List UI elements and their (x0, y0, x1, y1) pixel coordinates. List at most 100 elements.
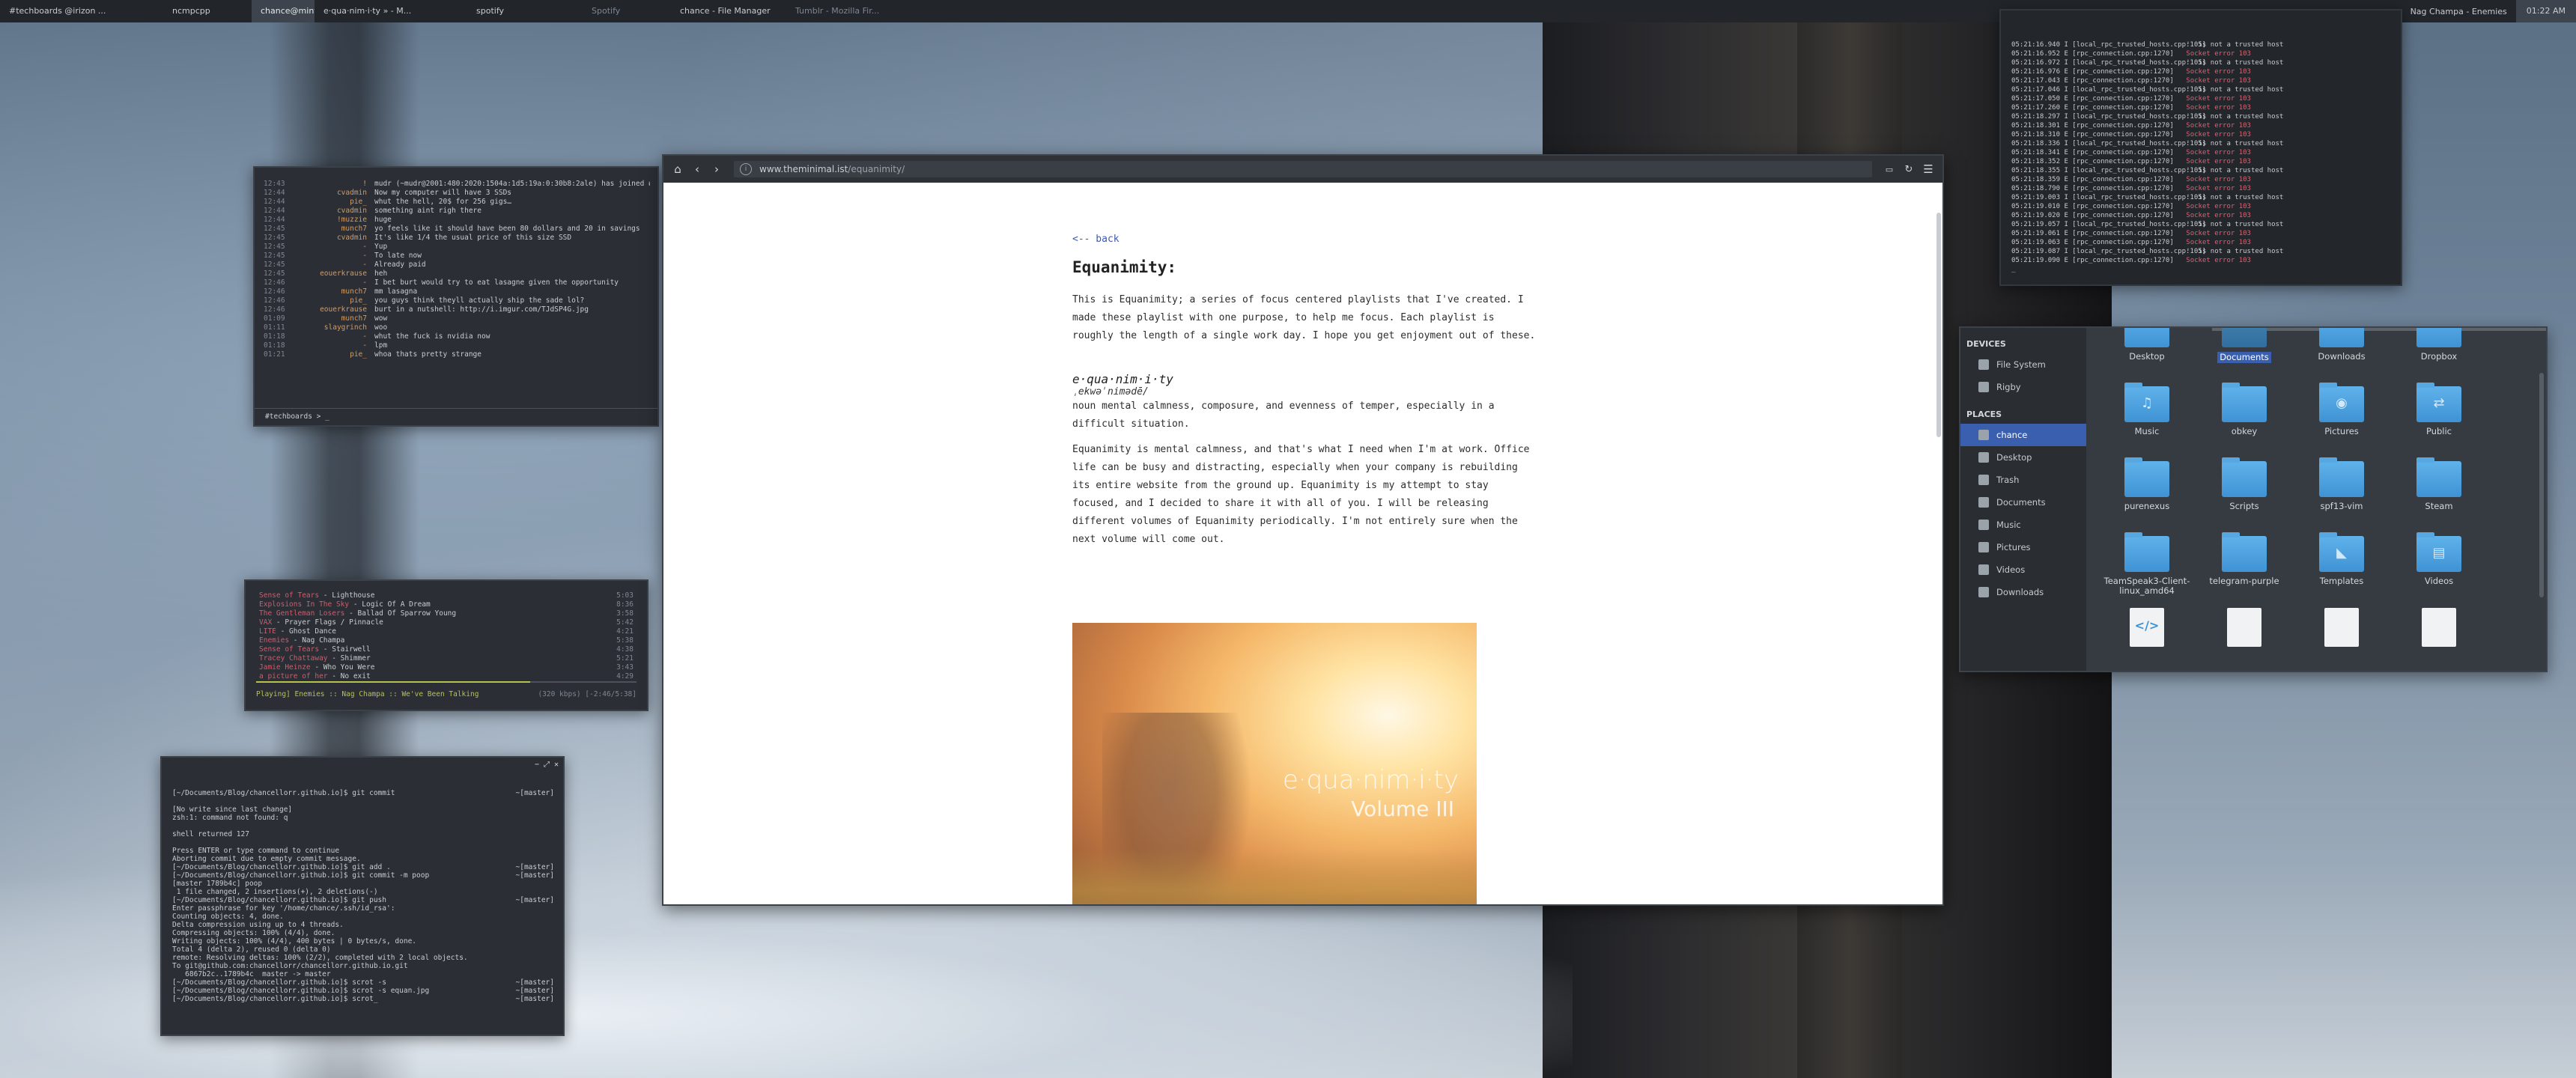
sidebar-device[interactable]: File System (1960, 353, 2086, 376)
irc-nick[interactable]: cvadmin (294, 207, 374, 216)
taskbar-tab-terminal[interactable]: chance@mintyfresh: ~ (252, 0, 315, 22)
sidebar-place[interactable]: Downloads (1960, 581, 2086, 603)
sidebar-place[interactable]: Videos (1960, 558, 2086, 581)
log-line: 05:21:18.301 E [rpc_connection.cpp:1270]… (2011, 121, 2393, 130)
file-item[interactable] (2293, 605, 2390, 671)
irc-timestamp: 12:45 (264, 234, 285, 242)
browser-toolbar: ⌂ ‹ › i www.theminimal.ist /equanimity/ … (663, 156, 1942, 183)
browser-window: ⌂ ‹ › i www.theminimal.ist /equanimity/ … (662, 154, 1944, 906)
irc-nick[interactable]: munch7 (294, 225, 374, 234)
menu-icon[interactable]: ☰ (1919, 159, 1938, 179)
sidebar-place[interactable]: Music (1960, 514, 2086, 536)
home-icon[interactable]: ⌂ (668, 159, 687, 179)
irc-nick[interactable]: pie_ (294, 198, 374, 207)
playlist-item[interactable]: a picture of her - No exit 4:29 (259, 672, 634, 681)
playlist-item[interactable]: Sense of Tears - Lighthouse 5:03 (259, 591, 634, 600)
irc-nick[interactable]: - (294, 252, 374, 261)
file-item[interactable]: </> (2098, 605, 2196, 671)
reload-icon[interactable]: ↻ (1899, 159, 1919, 179)
file-item[interactable]: TeamSpeak3-Client-linux_amd64 (2098, 530, 2196, 605)
file-item[interactable]: ⇄ Public (2390, 380, 2488, 455)
file-item[interactable]: purenexus (2098, 455, 2196, 530)
file-item[interactable]: Dropbox (2390, 328, 2488, 380)
taskbar-tab-browser[interactable]: e·qua·nim·i·ty » - M... (315, 0, 467, 22)
playlist-item[interactable]: Enemies - Nag Champa 5:38 (259, 636, 634, 645)
log-message: Socket error 103 (2186, 230, 2251, 237)
irc-nick[interactable]: munch7 (294, 287, 374, 296)
cover-grass (1072, 849, 1477, 904)
irc-nick[interactable]: munch7 (294, 314, 374, 323)
sidebar-device[interactable]: Rigby (1960, 376, 2086, 398)
reader-view-icon[interactable]: ▭ (1880, 159, 1899, 179)
playlist-item[interactable]: Jamie Heinze - Who You Were 3:43 (259, 663, 634, 672)
terminal-text: [~/Documents/Blog/chancellorr.github.io]… (172, 978, 386, 987)
file-item[interactable] (2196, 605, 2293, 671)
taskbar-tab-irc[interactable]: #techboards @irizon ... (0, 0, 163, 22)
git-terminal-window: − ⤢ ✕ [~/Documents/Blog/chancellorr.gith… (160, 756, 565, 1036)
folder-icon (2416, 457, 2461, 497)
sidebar-place[interactable]: Documents (1960, 491, 2086, 514)
irc-nick[interactable]: - (294, 243, 374, 252)
sidebar-place[interactable]: Trash (1960, 469, 2086, 491)
irc-timestamp: 12:46 (264, 278, 285, 287)
irc-nick[interactable]: - (294, 341, 374, 350)
irc-nick[interactable]: eouerkrause (294, 305, 374, 314)
taskbar-tab-spotify[interactable]: spotify (467, 0, 583, 22)
terminal-line (172, 822, 554, 830)
irc-nick[interactable]: cvadmin (294, 189, 374, 198)
site-info-icon[interactable]: i (740, 163, 752, 175)
taskbar-tab-spotify-2[interactable]: Spotify (583, 0, 671, 22)
irc-nick[interactable]: !muzzie (294, 216, 374, 225)
back-link[interactable]: <-- back (1072, 234, 1537, 245)
file-item[interactable]: Scripts (2196, 455, 2293, 530)
file-item[interactable]: Documents (2196, 328, 2293, 380)
playlist-item[interactable]: Sense of Tears - Stairwell 4:38 (259, 645, 634, 654)
irc-nick[interactable]: - (294, 278, 374, 287)
taskbar-tab-file-manager[interactable]: chance - File Manager (671, 0, 786, 22)
file-item[interactable]: spf13-vim (2293, 455, 2390, 530)
file-item[interactable]: ◉ Pictures (2293, 380, 2390, 455)
irc-nick[interactable]: eouerkrause (294, 270, 374, 278)
forward-icon[interactable]: › (707, 159, 726, 179)
playlist-item[interactable]: Explosions In The Sky - Logic Of A Dream… (259, 600, 634, 609)
irc-nick[interactable]: - (294, 261, 374, 270)
file-item[interactable]: ▤ Videos (2390, 530, 2488, 605)
file-item[interactable]: obkey (2196, 380, 2293, 455)
irc-text: something aint righ there (374, 207, 482, 215)
irc-nick[interactable]: pie_ (294, 296, 374, 305)
log-line: 05:21:19.063 E [rpc_connection.cpp:1270]… (2011, 238, 2393, 247)
playlist-item[interactable]: LITE - Ghost Dance 4:21 (259, 627, 634, 636)
back-icon[interactable]: ‹ (687, 159, 707, 179)
minimize-icon[interactable]: − (535, 761, 539, 769)
playlist-item[interactable]: The Gentleman Losers - Ballad Of Sparrow… (259, 609, 634, 618)
log-line: 05:21:16.972 I [local_rpc_trusted_hosts.… (2011, 58, 2393, 67)
sidebar-place[interactable]: chance (1960, 424, 2086, 446)
file-item[interactable]: ◣ Templates (2293, 530, 2390, 605)
irc-nick[interactable]: ! (294, 180, 374, 189)
irc-nick[interactable]: slaygrinch (294, 323, 374, 332)
playlist-item[interactable]: Tracey Chattaway - Shimmer 5:21 (259, 654, 634, 663)
sidebar-place[interactable]: Pictures (1960, 536, 2086, 558)
url-bar[interactable]: i www.theminimal.ist /equanimity/ (734, 161, 1872, 177)
file-item[interactable]: Downloads (2293, 328, 2390, 380)
irc-nick[interactable]: - (294, 332, 374, 341)
log-timestamp: 05:21:17.260 E (2011, 104, 2073, 112)
sidebar-place[interactable]: Desktop (1960, 446, 2086, 469)
file-item[interactable]: Desktop (2098, 328, 2196, 380)
page-scrollbar[interactable] (1936, 213, 1941, 437)
irc-nick[interactable]: cvadmin (294, 234, 374, 243)
irc-input[interactable]: #techboards > _ (255, 408, 657, 425)
playback-progress-bar[interactable] (256, 681, 637, 683)
file-item[interactable]: ♫ Music (2098, 380, 2196, 455)
file-grid-scrollbar[interactable] (2539, 373, 2544, 597)
file-item[interactable] (2390, 605, 2488, 671)
sidebar-item-label: Videos (1996, 564, 2026, 575)
file-item[interactable]: Steam (2390, 455, 2488, 530)
taskbar-tab-ncmpcpp[interactable]: ncmpcpp (163, 0, 252, 22)
taskbar-tab-firefox[interactable]: Tumblr - Mozilla Fir... (786, 0, 909, 22)
close-icon[interactable]: ✕ (554, 761, 559, 769)
playlist-item[interactable]: VAX - Prayer Flags / Pinnacle 5:42 (259, 618, 634, 627)
maximize-icon[interactable]: ⤢ (544, 761, 550, 769)
irc-nick[interactable]: pie_ (294, 350, 374, 359)
file-item[interactable]: telegram-purple (2196, 530, 2293, 605)
